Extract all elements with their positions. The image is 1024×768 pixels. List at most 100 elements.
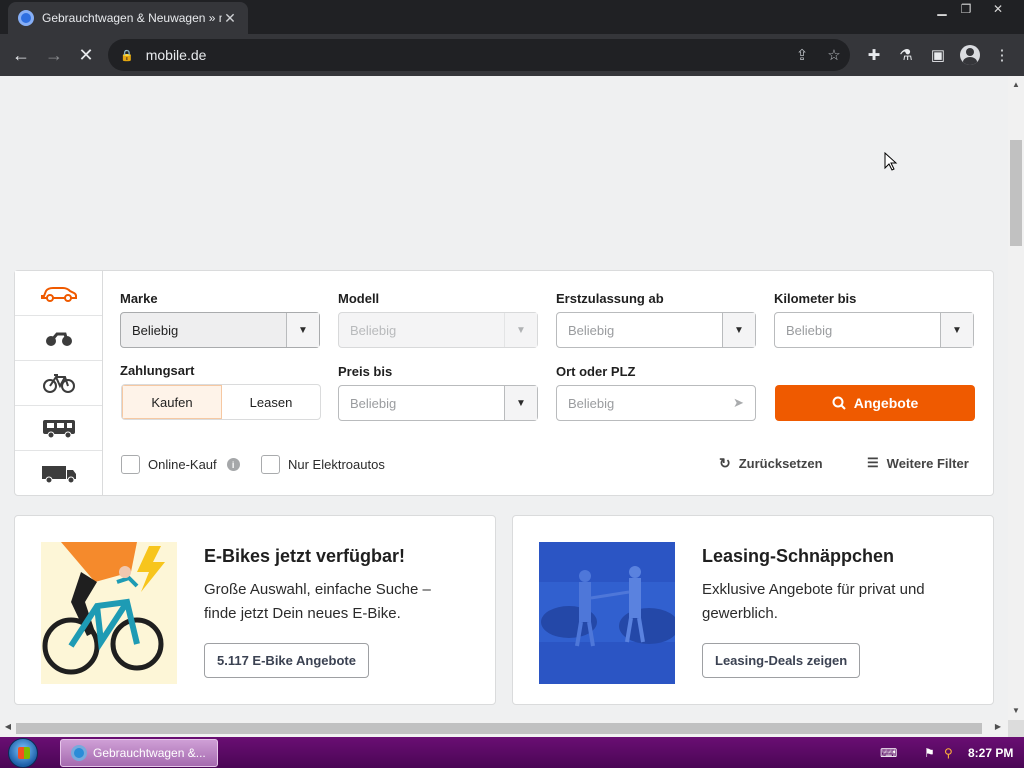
side-panel-icon[interactable]: ▣ <box>924 42 952 68</box>
tab-close-icon[interactable]: ✕ <box>222 10 238 27</box>
scroll-up-icon[interactable]: ▲ <box>1008 80 1024 89</box>
labs-flask-icon[interactable]: ⚗ <box>892 42 920 68</box>
reset-icon: ↻ <box>719 455 731 471</box>
reset-button[interactable]: ↻ Zurücksetzen <box>719 455 823 472</box>
chevron-down-icon: ▼ <box>286 313 319 347</box>
clock[interactable]: 8:27 PM <box>968 737 1013 768</box>
chevron-down-icon: ▼ <box>504 386 537 420</box>
leasing-deals-button[interactable]: Leasing-Deals zeigen <box>702 643 861 678</box>
online-kauf-checkbox[interactable]: Online-Kauf i <box>121 455 240 474</box>
scroll-corner <box>1008 720 1024 737</box>
search-offers-button[interactable]: Angebote <box>775 385 975 421</box>
kaufen-option[interactable]: Kaufen <box>122 385 222 419</box>
vehicle-type-tabs <box>15 271 103 495</box>
kilometer-label: Kilometer bis <box>774 291 857 306</box>
preis-label: Preis bis <box>338 364 393 379</box>
zahlungsart-label: Zahlungsart <box>120 363 195 378</box>
tab-motorbike[interactable] <box>15 316 102 361</box>
chevron-down-icon: ▼ <box>504 313 537 347</box>
filter-sliders-icon: ☰ <box>867 455 879 470</box>
start-button[interactable] <box>8 738 38 768</box>
modell-value: Beliebig <box>350 322 397 338</box>
leasing-photo <box>539 542 679 684</box>
search-icon <box>832 396 846 410</box>
modell-select[interactable]: Beliebig ▼ <box>338 312 538 348</box>
erstzulassung-select[interactable]: Beliebig ▼ <box>556 312 756 348</box>
elektro-checkbox[interactable]: Nur Elektroautos <box>261 455 385 474</box>
more-filters-button[interactable]: ☰ Weitere Filter <box>867 455 969 471</box>
browser-menu-icon[interactable]: ⋮ <box>988 42 1016 68</box>
promo-text: Große Auswahl, einfache Suche – finde je… <box>204 581 431 622</box>
bookmark-star-icon[interactable]: ☆ <box>818 46 850 64</box>
taskbar-item-label: Gebrauchtwagen &... <box>93 746 206 760</box>
marke-label: Marke <box>120 291 158 306</box>
ebike-promo-card: E-Bikes jetzt verfügbar! Große Auswahl, … <box>14 515 496 705</box>
stop-loading-icon[interactable]: ✕ <box>73 42 99 68</box>
info-icon[interactable]: i <box>226 458 240 471</box>
motorbike-icon <box>45 332 72 346</box>
site-favicon-icon <box>18 10 34 26</box>
checkbox-box[interactable] <box>121 455 140 474</box>
vertical-scrollbar[interactable]: ▲ ▼ <box>1008 76 1024 720</box>
location-arrow-icon[interactable]: ➤ <box>722 395 755 411</box>
back-arrow-icon[interactable]: ← <box>8 42 34 68</box>
promo-text: Exklusive Angebote für privat und gewerb… <box>702 581 925 622</box>
scroll-left-icon[interactable]: ◀ <box>0 722 16 731</box>
car-icon <box>40 287 77 302</box>
marke-value: Beliebig <box>132 322 179 338</box>
ort-value: Beliebig <box>568 395 615 411</box>
erstzulassung-label: Erstzulassung ab <box>556 291 664 306</box>
payment-toggle: Kaufen Leasen <box>121 384 321 420</box>
extensions-puzzle-icon[interactable]: ✚ <box>860 42 888 68</box>
preis-select[interactable]: Beliebig ▼ <box>338 385 538 421</box>
ebike-illustration <box>41 542 177 684</box>
leasen-option[interactable]: Leasen <box>222 385 320 419</box>
scroll-down-icon[interactable]: ▼ <box>1008 706 1024 715</box>
browser-app-icon <box>71 745 87 761</box>
motorhome-icon <box>42 420 75 438</box>
promo-title: E-Bikes jetzt verfügbar! <box>204 546 406 566</box>
mouse-cursor-icon <box>884 152 898 171</box>
search-tray-icon[interactable]: ⚲ <box>944 737 953 768</box>
profile-avatar-icon[interactable] <box>956 42 984 68</box>
keyboard-icon[interactable]: ⌨ <box>880 737 897 768</box>
search-offers-label: Angebote <box>853 395 919 411</box>
share-icon[interactable]: ⇪ <box>786 46 818 64</box>
online-kauf-label: Online-Kauf <box>148 457 217 472</box>
scroll-right-icon[interactable]: ▶ <box>990 722 1006 731</box>
browser-tab[interactable]: Gebrauchtwagen & Neuwagen » mo ✕ <box>8 2 248 34</box>
page-viewport: Marke Modell Erstzulassung ab Kilometer … <box>0 76 1008 720</box>
erstzulassung-value: Beliebig <box>568 322 615 338</box>
marke-select[interactable]: Beliebig ▼ <box>120 312 320 348</box>
os-taskbar: Gebrauchtwagen &... ⌨ ⚑ ⚲ 8:27 PM <box>0 737 1024 768</box>
restore-icon[interactable]: ❐ <box>952 0 980 18</box>
kilometer-select[interactable]: Beliebig ▼ <box>774 312 974 348</box>
tab-motorhome[interactable] <box>15 406 102 451</box>
tab-bicycle[interactable] <box>15 361 102 406</box>
vertical-scroll-thumb[interactable] <box>1010 140 1022 246</box>
checkbox-box[interactable] <box>261 455 280 474</box>
address-bar[interactable]: 🔒 mobile.de ⇪ ☆ <box>108 39 850 71</box>
lock-icon: 🔒 <box>120 49 134 62</box>
horizontal-scroll-thumb[interactable] <box>16 723 982 734</box>
tab-truck[interactable] <box>15 451 102 496</box>
browser-titlebar: Gebrauchtwagen & Neuwagen » mo ✕ ▁ ❐ ✕ <box>0 0 1024 34</box>
browser-toolbar: ← → ✕ 🔒 mobile.de ⇪ ☆ ✚ ⚗ ▣ ⋮ <box>0 34 1024 76</box>
tab-title: Gebrauchtwagen & Neuwagen » mo <box>42 11 222 25</box>
modell-label: Modell <box>338 291 380 306</box>
chevron-down-icon: ▼ <box>940 313 973 347</box>
reset-label: Zurücksetzen <box>738 456 823 471</box>
tab-car[interactable] <box>15 271 102 316</box>
elektro-label: Nur Elektroautos <box>288 457 385 472</box>
promo-title: Leasing-Schnäppchen <box>702 546 895 566</box>
taskbar-browser-item[interactable]: Gebrauchtwagen &... <box>60 739 218 767</box>
window-close-icon[interactable]: ✕ <box>984 0 1012 18</box>
ort-input[interactable]: Beliebig ➤ <box>556 385 756 421</box>
forward-arrow-icon[interactable]: → <box>41 42 67 68</box>
truck-icon <box>41 465 76 483</box>
preis-value: Beliebig <box>350 395 397 411</box>
network-icon[interactable]: ⚑ <box>924 737 935 768</box>
kilometer-value: Beliebig <box>786 322 833 338</box>
horizontal-scrollbar[interactable]: ◀ ▶ <box>0 720 1008 737</box>
ebike-offers-button[interactable]: 5.117 E-Bike Angebote <box>204 643 369 678</box>
